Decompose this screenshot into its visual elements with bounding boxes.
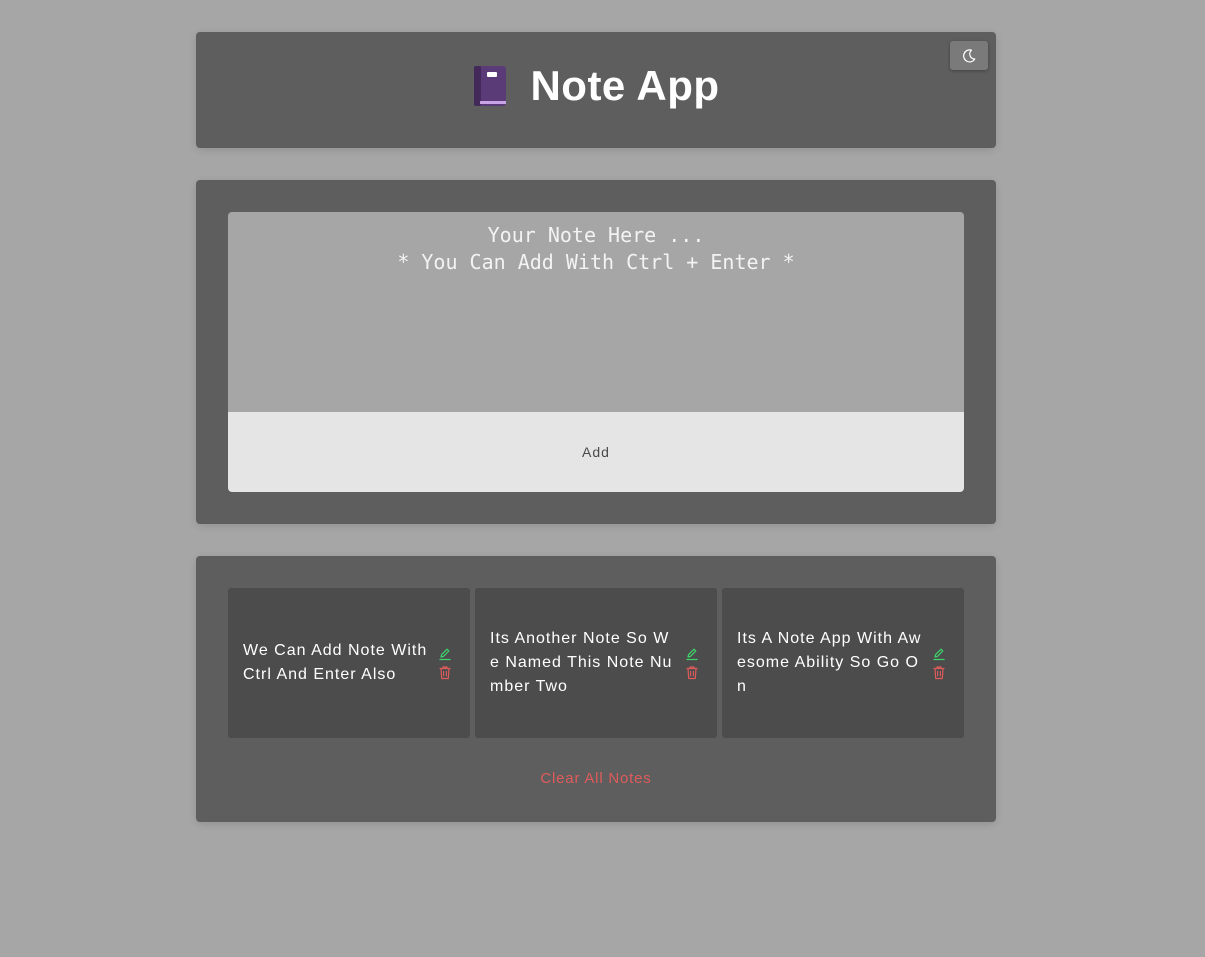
note-text: We Can Add Note With Ctrl And Enter Also [243, 642, 428, 683]
trash-icon [439, 665, 451, 679]
note-card: We Can Add Note With Ctrl And Enter Also [228, 588, 470, 738]
delete-note-button[interactable] [685, 665, 699, 680]
composer-panel: Your Note Here ... * You Can Add With Ct… [196, 180, 996, 524]
note-actions [434, 647, 456, 680]
title-wrap: Note App [196, 62, 996, 110]
note-card: Its Another Note So We Named This Note N… [475, 588, 717, 738]
note-actions [681, 647, 703, 680]
trash-icon [933, 665, 945, 679]
add-button[interactable]: Add [228, 412, 964, 492]
note-input[interactable] [228, 212, 964, 412]
note-text: Its Another Note So We Named This Note N… [490, 630, 673, 695]
edit-note-button[interactable] [932, 647, 946, 661]
edit-note-button[interactable] [438, 647, 452, 661]
edit-note-button[interactable] [685, 647, 699, 661]
header-panel: Note App [196, 32, 996, 148]
note-actions [928, 647, 950, 680]
page-title: Note App [530, 62, 720, 109]
note-card: Its A Note App With Awesome Ability So G… [722, 588, 964, 738]
pencil-icon [686, 648, 698, 660]
trash-icon [686, 665, 698, 679]
clear-all-notes-button[interactable]: Clear All Notes [496, 770, 696, 787]
delete-note-button[interactable] [932, 665, 946, 680]
note-text: Its A Note App With Awesome Ability So G… [737, 630, 922, 695]
notebook-icon [474, 66, 507, 106]
notes-list: We Can Add Note With Ctrl And Enter Also [228, 588, 964, 738]
pencil-icon [439, 648, 451, 660]
delete-note-button[interactable] [438, 665, 452, 680]
notes-panel: We Can Add Note With Ctrl And Enter Also [196, 556, 996, 822]
pencil-icon [933, 648, 945, 660]
